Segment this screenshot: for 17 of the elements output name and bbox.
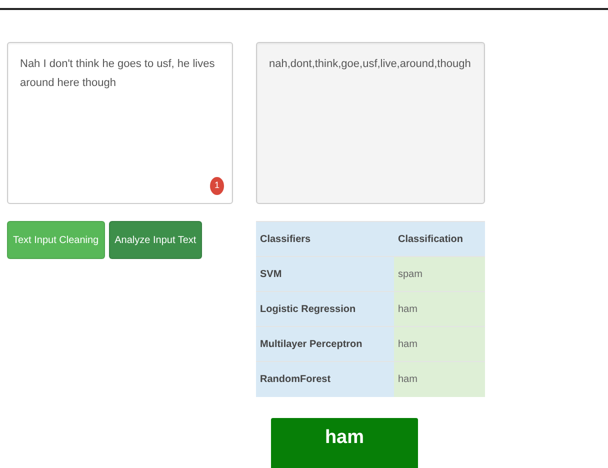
action-button[interactable]: Analyze Input Text — [108, 221, 202, 259]
table-cell: spam — [394, 256, 485, 292]
table-cell: Multilayer Perceptron — [256, 326, 394, 362]
table-cell: SVM — [256, 256, 394, 292]
action-button[interactable]: Text Input Cleaning — [7, 221, 105, 259]
column-header: Classification — [394, 222, 485, 256]
input-text: Nah I don't think he goes to usf, he lives around here though — [20, 58, 215, 90]
notification-badge[interactable]: 1 — [210, 177, 224, 195]
table-cell: RandomForest — [256, 362, 394, 396]
table-cell: ham — [394, 326, 485, 362]
result-label: ham — [271, 418, 418, 468]
table-cell: ham — [394, 292, 485, 326]
input-field[interactable]: Nah I don't think he goes to usf, he lives around here though 1 — [7, 42, 233, 204]
table-cell: ham — [394, 362, 485, 396]
output-field: nah,dont,think,goe,usf,live,around,though — [256, 42, 485, 204]
table-cell: Logistic Regression — [256, 292, 394, 326]
column-header: Classifiers — [256, 222, 394, 256]
